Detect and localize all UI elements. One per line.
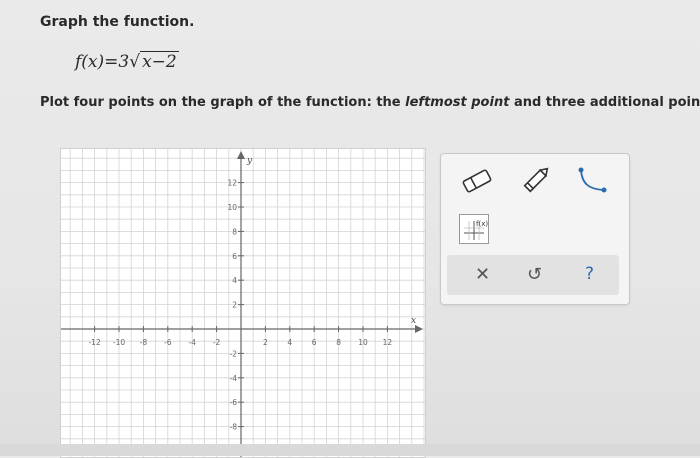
undo-button[interactable]: ↺ — [527, 264, 542, 285]
y-tick-label: 10 — [227, 203, 237, 212]
x-tick-label: -2 — [213, 338, 221, 347]
x-tick-label: 6 — [312, 338, 317, 347]
y-tick-label: 4 — [232, 276, 237, 285]
x-tick-label: 12 — [383, 338, 393, 347]
x-tick-label: -6 — [164, 338, 172, 347]
page-bottom-strip — [0, 444, 700, 456]
curve-tool-icon[interactable] — [575, 166, 611, 196]
y-axis-arrow — [237, 151, 245, 159]
x-axis-label: x — [411, 316, 416, 326]
x-tick-label: 4 — [287, 338, 292, 347]
instruction-before: Plot four points on the graph of the fun… — [40, 95, 406, 110]
instruction-after: and three additional points. T — [513, 95, 700, 110]
instruction-text: Plot four points on the graph of the fun… — [40, 95, 700, 110]
y-tick-label: -6 — [230, 398, 238, 407]
x-tick-label: 10 — [358, 338, 368, 347]
graph-area[interactable]: x y -12 -10 -8 -6 -4 -2 2 4 6 8 10 12 12 10 8 6 4 2 -2 -4 -6 -8 — [60, 148, 426, 458]
x-tick-label: -10 — [113, 338, 125, 347]
function-tool-icon[interactable]: f(x) — [459, 214, 489, 244]
y-tick-label: 8 — [232, 227, 237, 236]
x-tick-label: -12 — [88, 338, 100, 347]
pencil-icon[interactable] — [519, 164, 553, 196]
graph-toolbar: f(x) ✕ ↺ ? — [440, 153, 630, 305]
svg-text:f(x): f(x) — [476, 220, 488, 228]
coordinate-grid[interactable]: x y -12 -10 -8 -6 -4 -2 2 4 6 8 10 12 12 10 8 6 4 2 -2 -4 -6 -8 — [61, 149, 425, 457]
instruction-emphasis: leftmost point — [405, 95, 510, 110]
clear-button[interactable]: ✕ — [475, 264, 490, 285]
y-tick-label: 12 — [227, 179, 237, 188]
y-tick-label: -8 — [230, 423, 238, 432]
function-lhs: f(x)=3 — [75, 52, 130, 72]
function-radicand: x−2 — [140, 51, 179, 72]
help-button[interactable]: ? — [585, 264, 594, 284]
action-row: ✕ ↺ ? — [447, 255, 619, 295]
x-tick-label: -8 — [140, 338, 148, 347]
x-tick-label: 2 — [263, 338, 268, 347]
x-tick-label: -4 — [188, 338, 196, 347]
y-tick-label: -2 — [230, 349, 238, 358]
eraser-icon[interactable] — [459, 166, 495, 196]
y-axis-label: y — [246, 156, 253, 166]
sqrt-symbol: √ — [129, 52, 141, 72]
question-heading: Graph the function. — [40, 14, 195, 30]
y-tick-label: 6 — [232, 252, 237, 261]
function-expression: f(x)=3√ x−2 — [75, 51, 179, 72]
y-tick-label: -4 — [230, 374, 238, 383]
x-tick-label: 8 — [336, 338, 341, 347]
x-axis-arrow — [415, 325, 423, 333]
y-tick-label: 2 — [232, 301, 237, 310]
